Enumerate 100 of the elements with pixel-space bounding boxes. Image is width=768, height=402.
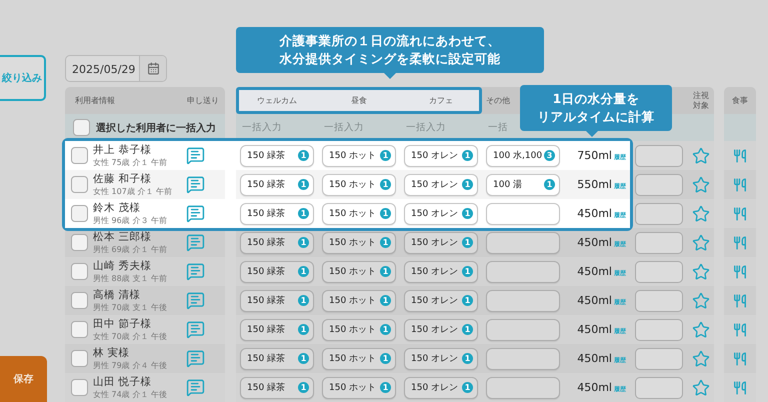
checkbox[interactable]: [71, 263, 88, 280]
note-input[interactable]: [635, 318, 683, 340]
drink-input[interactable]: 150 緑茶 1: [240, 348, 314, 370]
message-icon[interactable]: [186, 349, 205, 368]
star-icon[interactable]: [692, 176, 710, 194]
utensils-icon[interactable]: [733, 322, 747, 336]
drink-input[interactable]: 100 湯 1: [486, 174, 560, 196]
utensils-icon[interactable]: [733, 236, 747, 250]
note-input[interactable]: [635, 376, 683, 398]
star-icon[interactable]: [692, 146, 710, 164]
drink-input[interactable]: 150 オレン 1: [404, 348, 478, 370]
drink-input[interactable]: [486, 232, 560, 254]
drink-input[interactable]: 150 緑茶 1: [240, 144, 314, 166]
checkbox[interactable]: [71, 292, 88, 309]
utensils-icon[interactable]: [733, 264, 747, 278]
checkbox[interactable]: [71, 205, 88, 222]
message-icon[interactable]: [186, 233, 205, 252]
utensils-icon[interactable]: [733, 352, 747, 366]
count-badge: 1: [380, 237, 391, 248]
count-badge: 1: [298, 266, 309, 277]
checkbox[interactable]: [71, 350, 88, 367]
drink-input[interactable]: 150 ホット 1: [322, 318, 396, 340]
note-input[interactable]: [635, 348, 683, 370]
note-input[interactable]: [635, 260, 683, 282]
drink-input[interactable]: 150 オレン 1: [404, 290, 478, 312]
drink-input[interactable]: 150 ホット 1: [322, 174, 396, 196]
star-icon[interactable]: [692, 378, 710, 396]
drink-input[interactable]: 150 緑茶 1: [240, 232, 314, 254]
drink-input[interactable]: 150 緑茶 1: [240, 290, 314, 312]
star-icon[interactable]: [692, 292, 710, 310]
utensils-icon[interactable]: [733, 380, 747, 394]
note-input[interactable]: [635, 232, 683, 254]
message-icon[interactable]: [186, 378, 205, 397]
note-input[interactable]: [635, 202, 683, 224]
checkbox[interactable]: [71, 176, 88, 193]
star-icon[interactable]: [692, 320, 710, 338]
note-input[interactable]: [635, 174, 683, 196]
utensils-icon[interactable]: [733, 178, 747, 192]
drink-input[interactable]: [486, 348, 560, 370]
date-field[interactable]: 2025/05/29: [65, 55, 167, 82]
checkbox[interactable]: [71, 234, 88, 251]
checkbox[interactable]: [73, 119, 90, 136]
star-icon[interactable]: [692, 204, 710, 222]
resident-info: 女性 70歳 介１ 午後: [93, 331, 168, 342]
drink-input[interactable]: [486, 202, 560, 224]
drink-input[interactable]: 150 オレン 1: [404, 318, 478, 340]
drink-input[interactable]: 100 水,100 3: [486, 144, 560, 166]
count-badge: 1: [380, 295, 391, 306]
drink-input[interactable]: 150 オレン 1: [404, 144, 478, 166]
drink-input[interactable]: 150 緑茶 1: [240, 376, 314, 398]
star-icon[interactable]: [692, 234, 710, 252]
drink-input[interactable]: [486, 376, 560, 398]
drink-input[interactable]: 150 緑茶 1: [240, 318, 314, 340]
drink-input[interactable]: 150 ホット 1: [322, 232, 396, 254]
drink-input[interactable]: 150 ホット 1: [322, 260, 396, 282]
resident-name: 松本 三郎様: [93, 230, 152, 244]
drink-input[interactable]: 150 緑茶 1: [240, 260, 314, 282]
utensils-icon[interactable]: [733, 206, 747, 220]
drink-input[interactable]: 150 オレン 1: [404, 174, 478, 196]
utensils-icon[interactable]: [733, 294, 747, 308]
drink-input[interactable]: 150 緑茶 1: [240, 202, 314, 224]
water-total: 450ml: [577, 265, 612, 278]
drink-input[interactable]: 150 オレン 1: [404, 376, 478, 398]
message-icon[interactable]: [186, 175, 205, 194]
count-badge: 1: [544, 179, 555, 190]
drink-input[interactable]: [486, 290, 560, 312]
note-input[interactable]: [635, 144, 683, 166]
calendar-button[interactable]: [139, 56, 166, 82]
drink-input[interactable]: 150 ホット 1: [322, 348, 396, 370]
drink-input[interactable]: 150 ホット 1: [322, 290, 396, 312]
column-header: 注視対象: [693, 90, 710, 110]
star-icon[interactable]: [692, 350, 710, 368]
message-icon[interactable]: [186, 204, 205, 223]
drink-input[interactable]: 150 ホット 1: [322, 202, 396, 224]
message-icon[interactable]: [186, 146, 205, 165]
count-badge: 1: [380, 179, 391, 190]
resident-name: 高橋 清様: [93, 288, 142, 302]
drink-input[interactable]: 150 ホット 1: [322, 144, 396, 166]
bulk-input-label: 選択した利用者に一括入力: [96, 122, 216, 135]
message-icon[interactable]: [186, 320, 205, 339]
count-badge: 1: [462, 353, 473, 364]
drink-input[interactable]: [486, 260, 560, 282]
message-icon[interactable]: [186, 291, 205, 310]
water-total: 450ml: [577, 381, 612, 394]
drink-input[interactable]: 150 緑茶 1: [240, 174, 314, 196]
calendar-icon: [146, 62, 160, 76]
checkbox[interactable]: [71, 321, 88, 338]
drink-input[interactable]: 150 ホット 1: [322, 376, 396, 398]
checkbox[interactable]: [71, 379, 88, 396]
note-input[interactable]: [635, 290, 683, 312]
star-icon[interactable]: [692, 262, 710, 280]
count-badge: 1: [298, 208, 309, 219]
drink-input[interactable]: 150 オレン 1: [404, 232, 478, 254]
checkbox[interactable]: [71, 147, 88, 164]
message-icon[interactable]: [186, 262, 205, 281]
drink-input[interactable]: [486, 318, 560, 340]
resident-info: 男性 69歳 介１ 午前: [93, 244, 168, 255]
utensils-icon[interactable]: [733, 148, 747, 162]
drink-input[interactable]: 150 オレン 1: [404, 202, 478, 224]
drink-input[interactable]: 150 オレン 1: [404, 260, 478, 282]
